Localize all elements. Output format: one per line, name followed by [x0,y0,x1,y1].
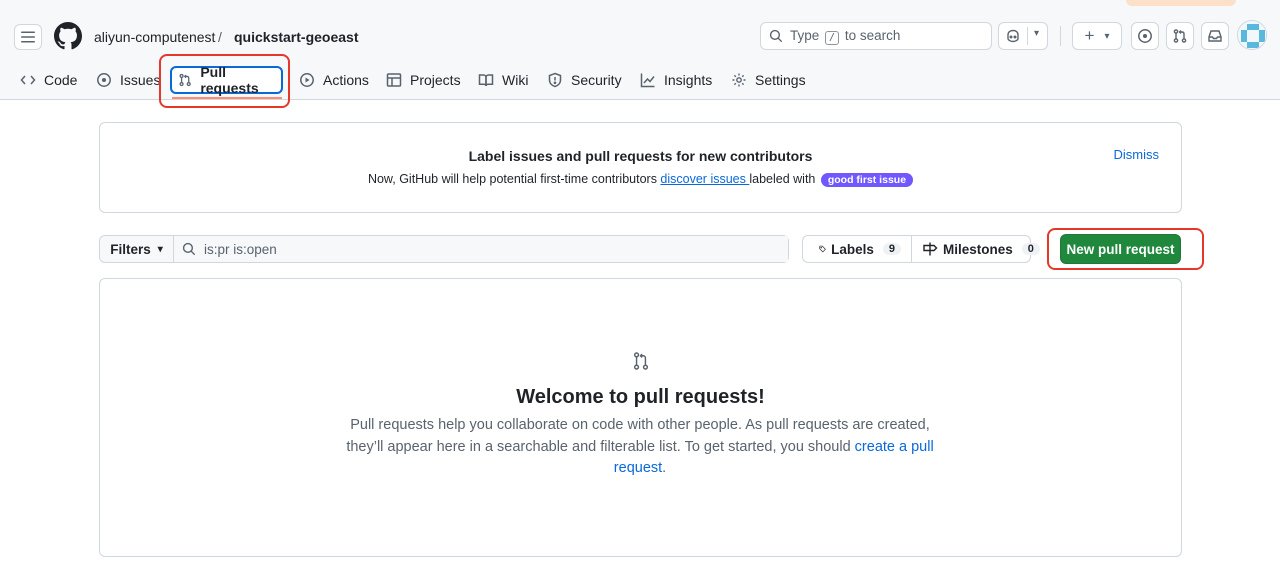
tab-label: Settings [755,72,806,88]
gear-icon [732,73,746,87]
github-logo-icon[interactable] [54,22,82,50]
tab-label: Issues [120,72,161,88]
copilot-button[interactable]: ▾ [998,22,1048,50]
breadcrumb-separator: / [218,29,222,45]
git-pull-request-icon [633,352,649,370]
shield-icon [548,72,562,88]
tab-label: Code [44,72,78,88]
tab-code[interactable]: Code [18,66,79,94]
your-issues-button[interactable] [1131,22,1159,50]
search-shortcut-key: / [825,30,840,45]
chevron-down-icon[interactable]: ▾ [1034,28,1039,39]
tab-settings[interactable]: Settings [729,66,808,94]
highlight-box [1047,228,1204,270]
menu-button[interactable] [14,24,42,50]
milestone-icon [923,242,938,256]
dismiss-button[interactable]: Dismiss [1114,147,1160,162]
avatar-icon [1238,21,1266,49]
labels-label: Labels [831,241,874,257]
your-pull-requests-button[interactable] [1166,22,1194,50]
inbox-button[interactable] [1201,22,1229,50]
global-search-input[interactable]: Type / to search [760,22,992,50]
milestones-count: 0 [1021,243,1040,255]
git-pull-request-icon [1173,29,1187,43]
search-placeholder: Type / to search [790,27,901,45]
labels-button[interactable]: Labels 9 [803,236,912,262]
milestones-button[interactable]: Milestones 0 [912,236,1050,262]
filter-bar: Filters ▾ is:pr is:open [99,235,789,263]
tab-actions[interactable]: Actions [297,66,371,94]
tab-security[interactable]: Security [545,66,624,94]
labels-count: 9 [882,243,901,255]
browser-edge-decoration [1126,0,1236,6]
discover-issues-link[interactable]: discover issues [660,172,749,186]
blankslate-text: Pull requests help you collaborate on co… [340,415,940,480]
tab-insights[interactable]: Insights [638,66,714,94]
search-icon [769,29,783,43]
tab-wiki[interactable]: Wiki [476,66,530,94]
highlight-box [159,54,290,108]
tab-label: Projects [410,72,461,88]
tag-icon [819,245,826,253]
repo-name-link[interactable]: quickstart-geoeast [234,29,358,45]
blankslate-period: . [662,460,667,476]
issue-opened-icon [97,73,111,87]
code-icon [20,75,36,85]
issue-opened-icon [1138,29,1152,43]
filter-query-value: is:pr is:open [204,241,277,257]
graph-icon [640,73,655,88]
banner-text-after: labeled with [749,172,816,186]
search-icon [182,242,196,256]
banner-text-before: Now, GitHub will help potential first-ti… [367,172,661,186]
milestones-label: Milestones [943,241,1013,257]
header-divider [1060,26,1061,46]
filter-search-input[interactable]: is:pr is:open [174,236,788,262]
banner-text: Now, GitHub will help potential first-ti… [100,172,1181,187]
labels-milestones-group: Labels 9 Milestones 0 [802,235,1040,263]
plus-icon: + [1084,26,1095,45]
create-new-button[interactable]: + ▾ [1072,22,1122,50]
tab-label: Security [571,72,622,88]
hamburger-icon [21,31,35,43]
tab-label: Insights [664,72,713,88]
tab-projects[interactable]: Projects [384,66,463,94]
book-icon [478,74,494,87]
filters-label: Filters [110,241,151,257]
contributors-banner: Label issues and pull requests for new c… [99,122,1182,213]
table-icon [386,73,402,87]
play-icon [300,73,314,87]
blankslate: Welcome to pull requests! Pull requests … [99,278,1182,557]
banner-title: Label issues and pull requests for new c… [468,148,813,164]
good-first-issue-label[interactable]: good first issue [820,173,914,187]
tab-label: Wiki [502,72,529,88]
chevron-down-icon: ▾ [1104,30,1110,42]
repo-owner-link[interactable]: aliyun-computenest [94,29,215,45]
filters-button[interactable]: Filters ▾ [100,236,174,262]
copilot-icon [1007,29,1019,43]
tab-issues[interactable]: Issues [94,66,162,94]
blankslate-body: Pull requests help you collaborate on co… [346,417,930,455]
chevron-down-icon: ▾ [157,243,163,255]
inbox-icon [1208,30,1222,42]
blankslate-title: Welcome to pull requests! [516,386,765,408]
tab-label: Actions [323,72,369,88]
user-avatar[interactable] [1237,20,1267,50]
